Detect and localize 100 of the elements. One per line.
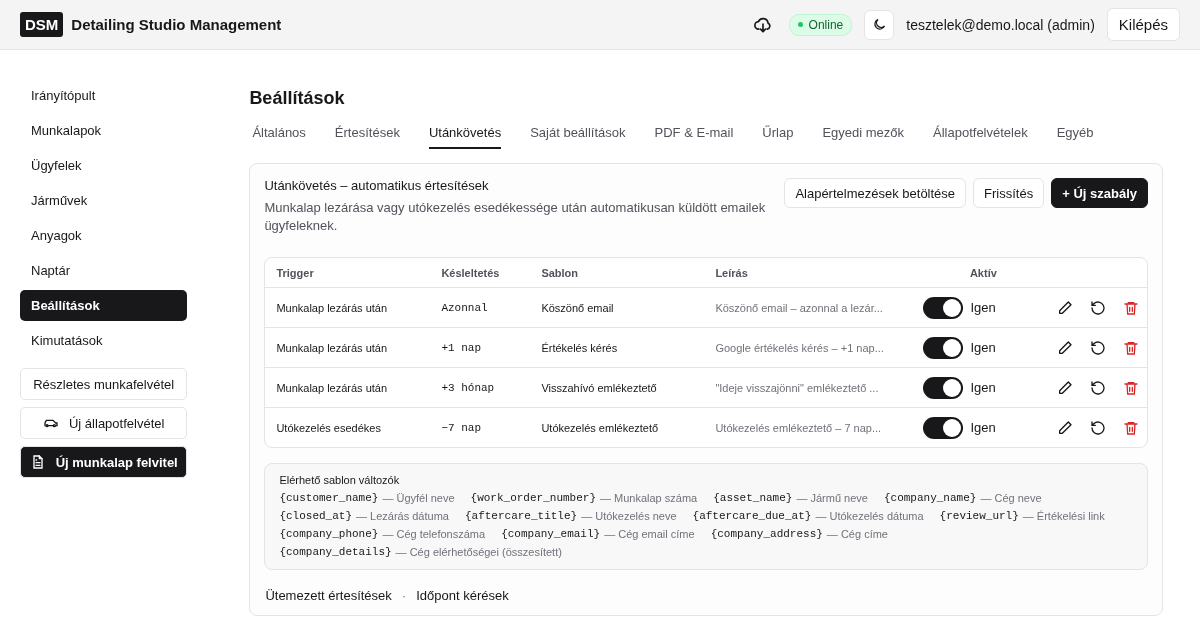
tab[interactable]: Saját beállítások — [530, 121, 626, 149]
sidebar-button[interactable]: Részletes munkafelvétel — [20, 368, 188, 400]
tab[interactable]: Értesítések — [334, 121, 400, 149]
reset-icon[interactable] — [1090, 299, 1107, 316]
column-header: Sablon — [541, 266, 580, 279]
column-header: Aktív — [968, 266, 998, 279]
sidebar-item[interactable]: Irányítópult — [20, 80, 188, 111]
logout-button[interactable]: Kilépés — [1106, 8, 1180, 41]
table-cell-text: Munkalap lezárás után — [276, 341, 389, 354]
delete-icon[interactable] — [1123, 339, 1140, 356]
table-cell-text: Köszönő email — [541, 301, 615, 314]
action-button[interactable]: + Új szabály — [1051, 178, 1148, 208]
sidebar-item[interactable]: Kimutatások — [20, 325, 188, 356]
variable-code: {company_address} — [710, 527, 823, 542]
sidebar-button[interactable]: Új állapotfelvétel — [20, 407, 188, 439]
page-title: Beállítások — [249, 88, 346, 109]
tab[interactable]: Általános — [252, 121, 306, 149]
variable-description: — Cég neve — [980, 491, 1042, 506]
status-badge: Online — [788, 13, 853, 36]
table-cell-text: Értékelés kérés — [541, 341, 619, 354]
tab[interactable]: Egyedi mezők — [822, 121, 905, 149]
table-cell-text: Google értékelés kérés – +1 nap... — [715, 341, 885, 354]
app-title: Detailing Studio Management — [71, 16, 282, 33]
action-button[interactable]: Alapértelmezések betöltése — [784, 178, 967, 208]
logo: DSM — [20, 12, 64, 37]
table-cell-text: Utókezelés esedékes — [276, 421, 382, 434]
tab[interactable]: Űrlap — [762, 121, 794, 149]
sidebar-item[interactable]: Naptár — [20, 255, 188, 286]
variable-code: {company_name} — [883, 491, 977, 506]
sidebar-button[interactable]: Új munkalap felvitel — [20, 446, 188, 478]
table-cell-text: Köszönő email – azonnal a lezár... — [715, 301, 884, 314]
edit-icon[interactable] — [1057, 419, 1074, 436]
footer-link[interactable]: Időpont kérések — [416, 588, 509, 603]
variable-code: {closed_at} — [279, 509, 352, 524]
edit-icon[interactable] — [1057, 339, 1074, 356]
active-label: Igen — [970, 380, 996, 395]
reset-icon[interactable] — [1090, 379, 1107, 396]
edit-icon[interactable] — [1057, 299, 1074, 316]
toggle-switch[interactable] — [923, 376, 964, 399]
table-cell-text: Utókezelés emlékeztető – 7 nap... — [715, 421, 883, 434]
sidebar-item[interactable]: Beállítások — [20, 290, 188, 321]
column-header: Késleltetés — [441, 266, 501, 279]
variable-description: — Ügyfél neve — [382, 491, 455, 506]
column-header: Leírás — [715, 266, 749, 279]
variable-description: — Értékelési link — [1022, 509, 1105, 524]
delete-icon[interactable] — [1123, 379, 1140, 396]
table-cell-text: Munkalap lezárás után — [276, 381, 389, 394]
tab[interactable]: PDF & E-mail — [654, 121, 734, 149]
variable-code: {customer_name} — [279, 491, 379, 506]
card-description: Munkalap lezárása vagy utókezelés esedékessége után automatikusan küldött emailek ügyfeleknek. — [264, 199, 767, 235]
tab[interactable]: Egyéb — [1056, 121, 1094, 149]
sidebar-item[interactable]: Járművek — [20, 185, 188, 216]
table-cell-text: "Ideje visszajönni" emlékeztető ... — [715, 381, 880, 394]
variable-description: — Cég elérhetőségei (összesített) — [395, 545, 562, 560]
tab[interactable]: Állapotfelvételek — [933, 121, 1028, 149]
tab[interactable]: Utánkövetés — [428, 121, 502, 149]
table-cell-text: −7 nap — [441, 421, 482, 434]
separator: · — [401, 588, 407, 603]
sidebar-item[interactable]: Ügyfelek — [20, 150, 188, 181]
variable-description: — Cég email címe — [604, 527, 695, 542]
moon-icon — [871, 17, 887, 32]
user-label: tesztelek@demo.local (admin) — [906, 16, 1095, 33]
variable-code: {asset_name} — [713, 491, 793, 506]
footer-link[interactable]: Ütemezett értesítések — [265, 588, 392, 603]
variable-description: — Munkalap száma — [600, 491, 698, 506]
variable-code: {company_details} — [279, 545, 392, 560]
variables-title: Elérhető sablon változók — [279, 474, 401, 486]
variable-description: — Cég telefonszáma — [382, 527, 486, 542]
active-label: Igen — [970, 420, 996, 435]
variable-code: {aftercare_due_at} — [692, 509, 812, 524]
variable-code: {aftercare_title} — [464, 509, 578, 524]
variable-description: — Utókezelés neve — [581, 509, 677, 524]
table-cell-text: Visszahívó emlékeztető — [541, 381, 658, 394]
variable-description: — Jármű neve — [796, 491, 868, 506]
toggle-switch[interactable] — [923, 296, 964, 319]
variable-code: {review_url} — [939, 509, 1019, 524]
delete-icon[interactable] — [1123, 419, 1140, 436]
variable-description: — Lezárás dátuma — [356, 509, 449, 524]
theme-toggle-button[interactable] — [864, 9, 895, 40]
toggle-switch[interactable] — [923, 416, 964, 439]
table-cell-text: +3 hónap — [441, 381, 496, 394]
column-header: Trigger — [276, 266, 315, 279]
delete-icon[interactable] — [1123, 299, 1140, 316]
active-label: Igen — [970, 340, 996, 355]
table-cell-text: Munkalap lezárás után — [276, 301, 389, 314]
edit-icon[interactable] — [1057, 379, 1074, 396]
reset-icon[interactable] — [1090, 419, 1107, 436]
variable-code: {work_order_number} — [470, 491, 596, 506]
sidebar-item[interactable]: Munkalapok — [20, 115, 188, 146]
variable-description: — Utókezelés dátuma — [815, 509, 924, 524]
active-label: Igen — [970, 300, 996, 315]
card-title: Utánkövetés – automatikus értesítések — [264, 178, 490, 193]
action-button[interactable]: Frissítés — [973, 178, 1045, 208]
table-cell-text: +1 nap — [441, 341, 482, 354]
reset-icon[interactable] — [1090, 339, 1107, 356]
table-cell-text: Azonnal — [441, 301, 489, 314]
sidebar-item[interactable]: Anyagok — [20, 220, 188, 251]
toggle-switch[interactable] — [923, 336, 964, 359]
variable-code: {company_email} — [501, 527, 601, 542]
variable-code: {company_phone} — [279, 527, 379, 542]
